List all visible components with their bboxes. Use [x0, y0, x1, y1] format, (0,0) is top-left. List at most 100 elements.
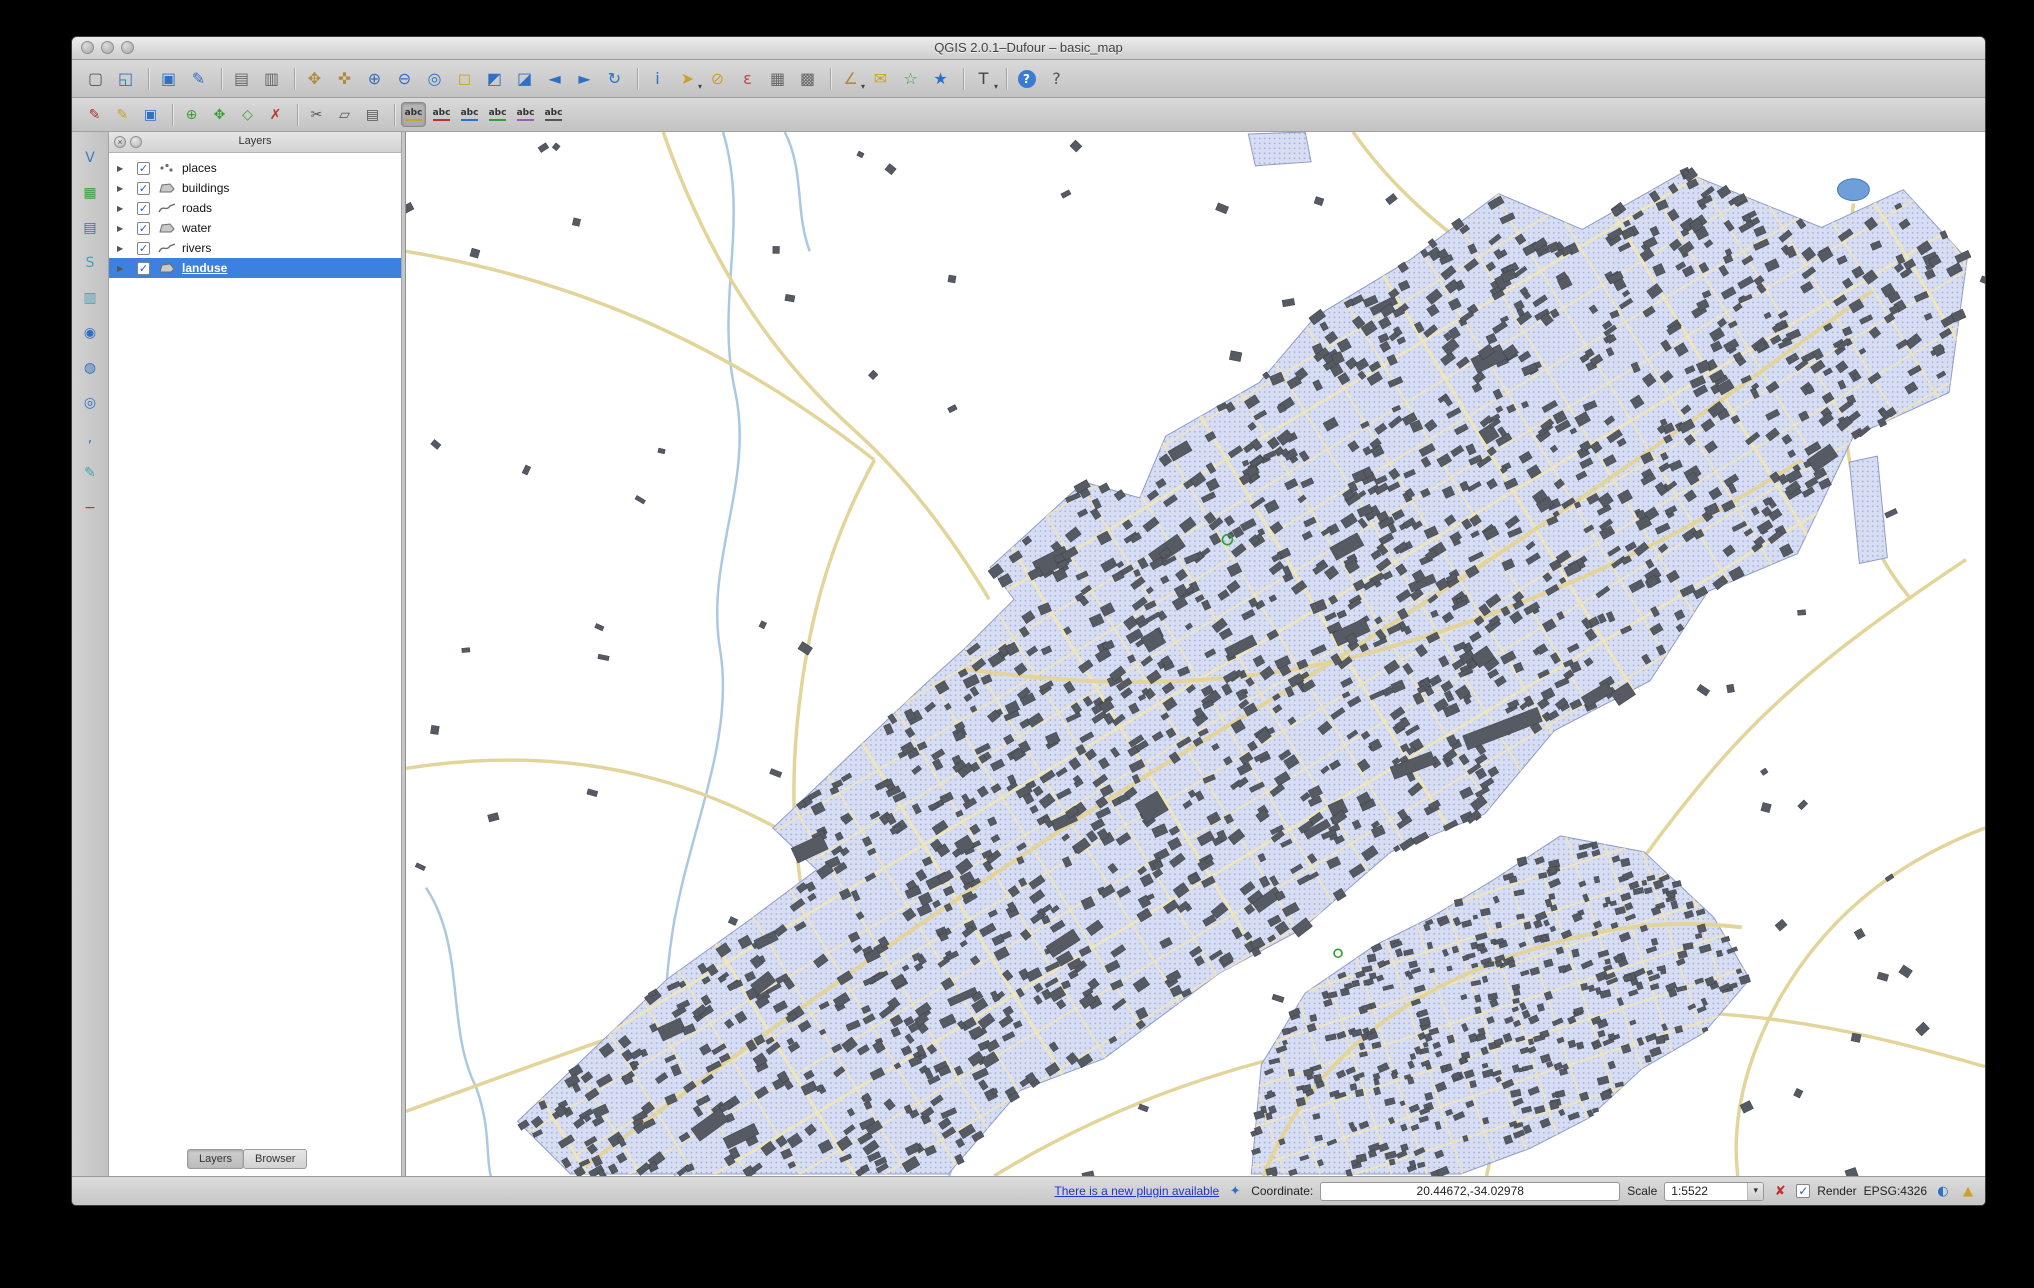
titlebar[interactable]: QGIS 2.0.1–Dufour – basic_map	[72, 37, 1985, 60]
layer-visibility-checkbox[interactable]: ✓	[137, 202, 150, 215]
zoom-out-icon: ⊖	[398, 71, 411, 87]
highlight-pinned-labels-button[interactable]: abc	[457, 102, 482, 127]
new-project-button[interactable]: ▢	[82, 65, 109, 92]
expander-icon[interactable]: ▶	[117, 204, 129, 213]
select-by-expression-button[interactable]: ε	[734, 65, 761, 92]
layer-row-buildings[interactable]: ▶✓buildings	[109, 178, 401, 198]
pan-to-selection-button[interactable]: ✜	[331, 65, 358, 92]
current-edits-button[interactable]: ✎	[82, 102, 107, 127]
identify-features-button[interactable]: i	[644, 65, 671, 92]
panel-tab-layers[interactable]: Layers	[187, 1149, 244, 1169]
expander-icon[interactable]: ▶	[117, 164, 129, 173]
open-project-button[interactable]: ◱	[112, 65, 139, 92]
zoom-full-extent-button[interactable]: ◻	[451, 65, 478, 92]
cut-features-button[interactable]: ✂	[304, 102, 329, 127]
deselect-features-button[interactable]: ⊘	[704, 65, 731, 92]
add-mssql-layer-button[interactable]: ▥	[78, 286, 102, 310]
open-attribute-table-button[interactable]: ▦	[764, 65, 791, 92]
layer-row-rivers[interactable]: ▶✓rivers	[109, 238, 401, 258]
zoom-out-button[interactable]: ⊖	[391, 65, 418, 92]
pan-map-button[interactable]: ✥	[301, 65, 328, 92]
toolbar-separator	[1006, 68, 1007, 90]
zoom-native-button[interactable]: ◎	[421, 65, 448, 92]
save-layer-edits-button[interactable]: ▣	[138, 102, 163, 127]
chevron-down-icon[interactable]: ▾	[1747, 1183, 1763, 1200]
add-spatialite-layer-button[interactable]: S	[78, 251, 102, 275]
layer-visibility-checkbox[interactable]: ✓	[137, 182, 150, 195]
zoom-full-extent-icon: ◻	[458, 71, 471, 87]
close-panel-button[interactable]: ×	[114, 136, 126, 148]
move-label-button[interactable]: abc	[485, 102, 510, 127]
plugin-icon[interactable]: ✦	[1226, 1182, 1244, 1200]
add-vector-layer-button[interactable]: V	[78, 146, 102, 170]
node-tool-button[interactable]: ◇	[235, 102, 260, 127]
stop-render-icon[interactable]: ✘	[1771, 1182, 1789, 1200]
add-wms-layer-button[interactable]: ◉	[78, 321, 102, 345]
zoom-to-selection-button[interactable]: ◩	[481, 65, 508, 92]
add-wfs-layer-button[interactable]: ◎	[78, 391, 102, 415]
rotate-label-button[interactable]: abc	[513, 102, 538, 127]
panel-tab-browser[interactable]: Browser	[243, 1149, 307, 1169]
paste-features-button[interactable]: ▤	[360, 102, 385, 127]
composer-manager-button[interactable]: ▥	[258, 65, 285, 92]
plugin-available-link[interactable]: There is a new plugin available	[1054, 1184, 1219, 1198]
whats-this-button[interactable]: ?	[1043, 65, 1070, 92]
delete-selected-button[interactable]: ✗	[263, 102, 288, 127]
expander-icon[interactable]: ▶	[117, 224, 129, 233]
coordinate-input[interactable]	[1320, 1182, 1620, 1201]
map-canvas[interactable]	[405, 132, 1985, 1176]
expander-icon[interactable]: ▶	[117, 244, 129, 253]
render-checkbox[interactable]: ✓	[1796, 1184, 1810, 1198]
new-print-composer-button[interactable]: ▤	[228, 65, 255, 92]
add-delimited-text-layer-icon: ,	[88, 431, 92, 445]
add-delimited-text-layer-button[interactable]: ,	[78, 426, 102, 450]
close-window-button[interactable]	[81, 41, 94, 54]
layer-row-landuse[interactable]: ▶✓landuse	[109, 258, 401, 278]
add-postgis-layer-button[interactable]: ▤	[78, 216, 102, 240]
labeling-options-button[interactable]: abc	[401, 102, 426, 127]
layer-row-water[interactable]: ▶✓water	[109, 218, 401, 238]
current-edits-icon: ✎	[89, 108, 101, 122]
refresh-map-button[interactable]: ↻	[601, 65, 628, 92]
remove-layer-button[interactable]: −	[78, 496, 102, 520]
field-calculator-button[interactable]: ▩	[794, 65, 821, 92]
layer-visibility-checkbox[interactable]: ✓	[137, 262, 150, 275]
minimize-window-button[interactable]	[101, 41, 114, 54]
zoom-in-button[interactable]: ⊕	[361, 65, 388, 92]
zoom-next-button[interactable]: ►	[571, 65, 598, 92]
layer-visibility-checkbox[interactable]: ✓	[137, 222, 150, 235]
scale-combobox[interactable]: 1:5522 ▾	[1664, 1182, 1764, 1201]
select-features-button[interactable]: ➤▾	[674, 65, 701, 92]
pin-labels-button[interactable]: abc	[429, 102, 454, 127]
map-tips-button[interactable]: ✉	[867, 65, 894, 92]
text-annotation-button[interactable]: T▾	[970, 65, 997, 92]
maximize-window-button[interactable]	[121, 41, 134, 54]
show-bookmarks-button[interactable]: ★	[927, 65, 954, 92]
move-feature-button[interactable]: ✥	[207, 102, 232, 127]
expander-icon[interactable]: ▶	[117, 264, 129, 273]
new-shapefile-layer-button[interactable]: ✎	[78, 461, 102, 485]
add-wfs-layer-icon: ◎	[84, 396, 96, 410]
add-wcs-layer-button[interactable]: ◍	[78, 356, 102, 380]
measure-button[interactable]: ∠▾	[837, 65, 864, 92]
messages-button[interactable]: ▲	[1959, 1182, 1977, 1200]
copy-features-button[interactable]: ▱	[332, 102, 357, 127]
zoom-last-button[interactable]: ◄	[541, 65, 568, 92]
expander-icon[interactable]: ▶	[117, 184, 129, 193]
help-contents-button[interactable]: ?	[1013, 65, 1040, 92]
add-feature-button[interactable]: ⊕	[179, 102, 204, 127]
save-project-as-button[interactable]: ✎	[185, 65, 212, 92]
layer-row-roads[interactable]: ▶✓roads	[109, 198, 401, 218]
identify-features-icon: i	[655, 71, 659, 87]
layer-visibility-checkbox[interactable]: ✓	[137, 242, 150, 255]
layer-row-places[interactable]: ▶✓places	[109, 158, 401, 178]
change-label-properties-button[interactable]: abc	[541, 102, 566, 127]
layer-visibility-checkbox[interactable]: ✓	[137, 162, 150, 175]
toggle-editing-button[interactable]: ✎	[110, 102, 135, 127]
new-bookmark-button[interactable]: ☆	[897, 65, 924, 92]
save-project-button[interactable]: ▣	[155, 65, 182, 92]
crs-status-button[interactable]: ◐	[1934, 1182, 1952, 1200]
zoom-to-layer-button[interactable]: ◪	[511, 65, 538, 92]
float-panel-button[interactable]	[130, 136, 142, 148]
add-raster-layer-button[interactable]: ▦	[78, 181, 102, 205]
